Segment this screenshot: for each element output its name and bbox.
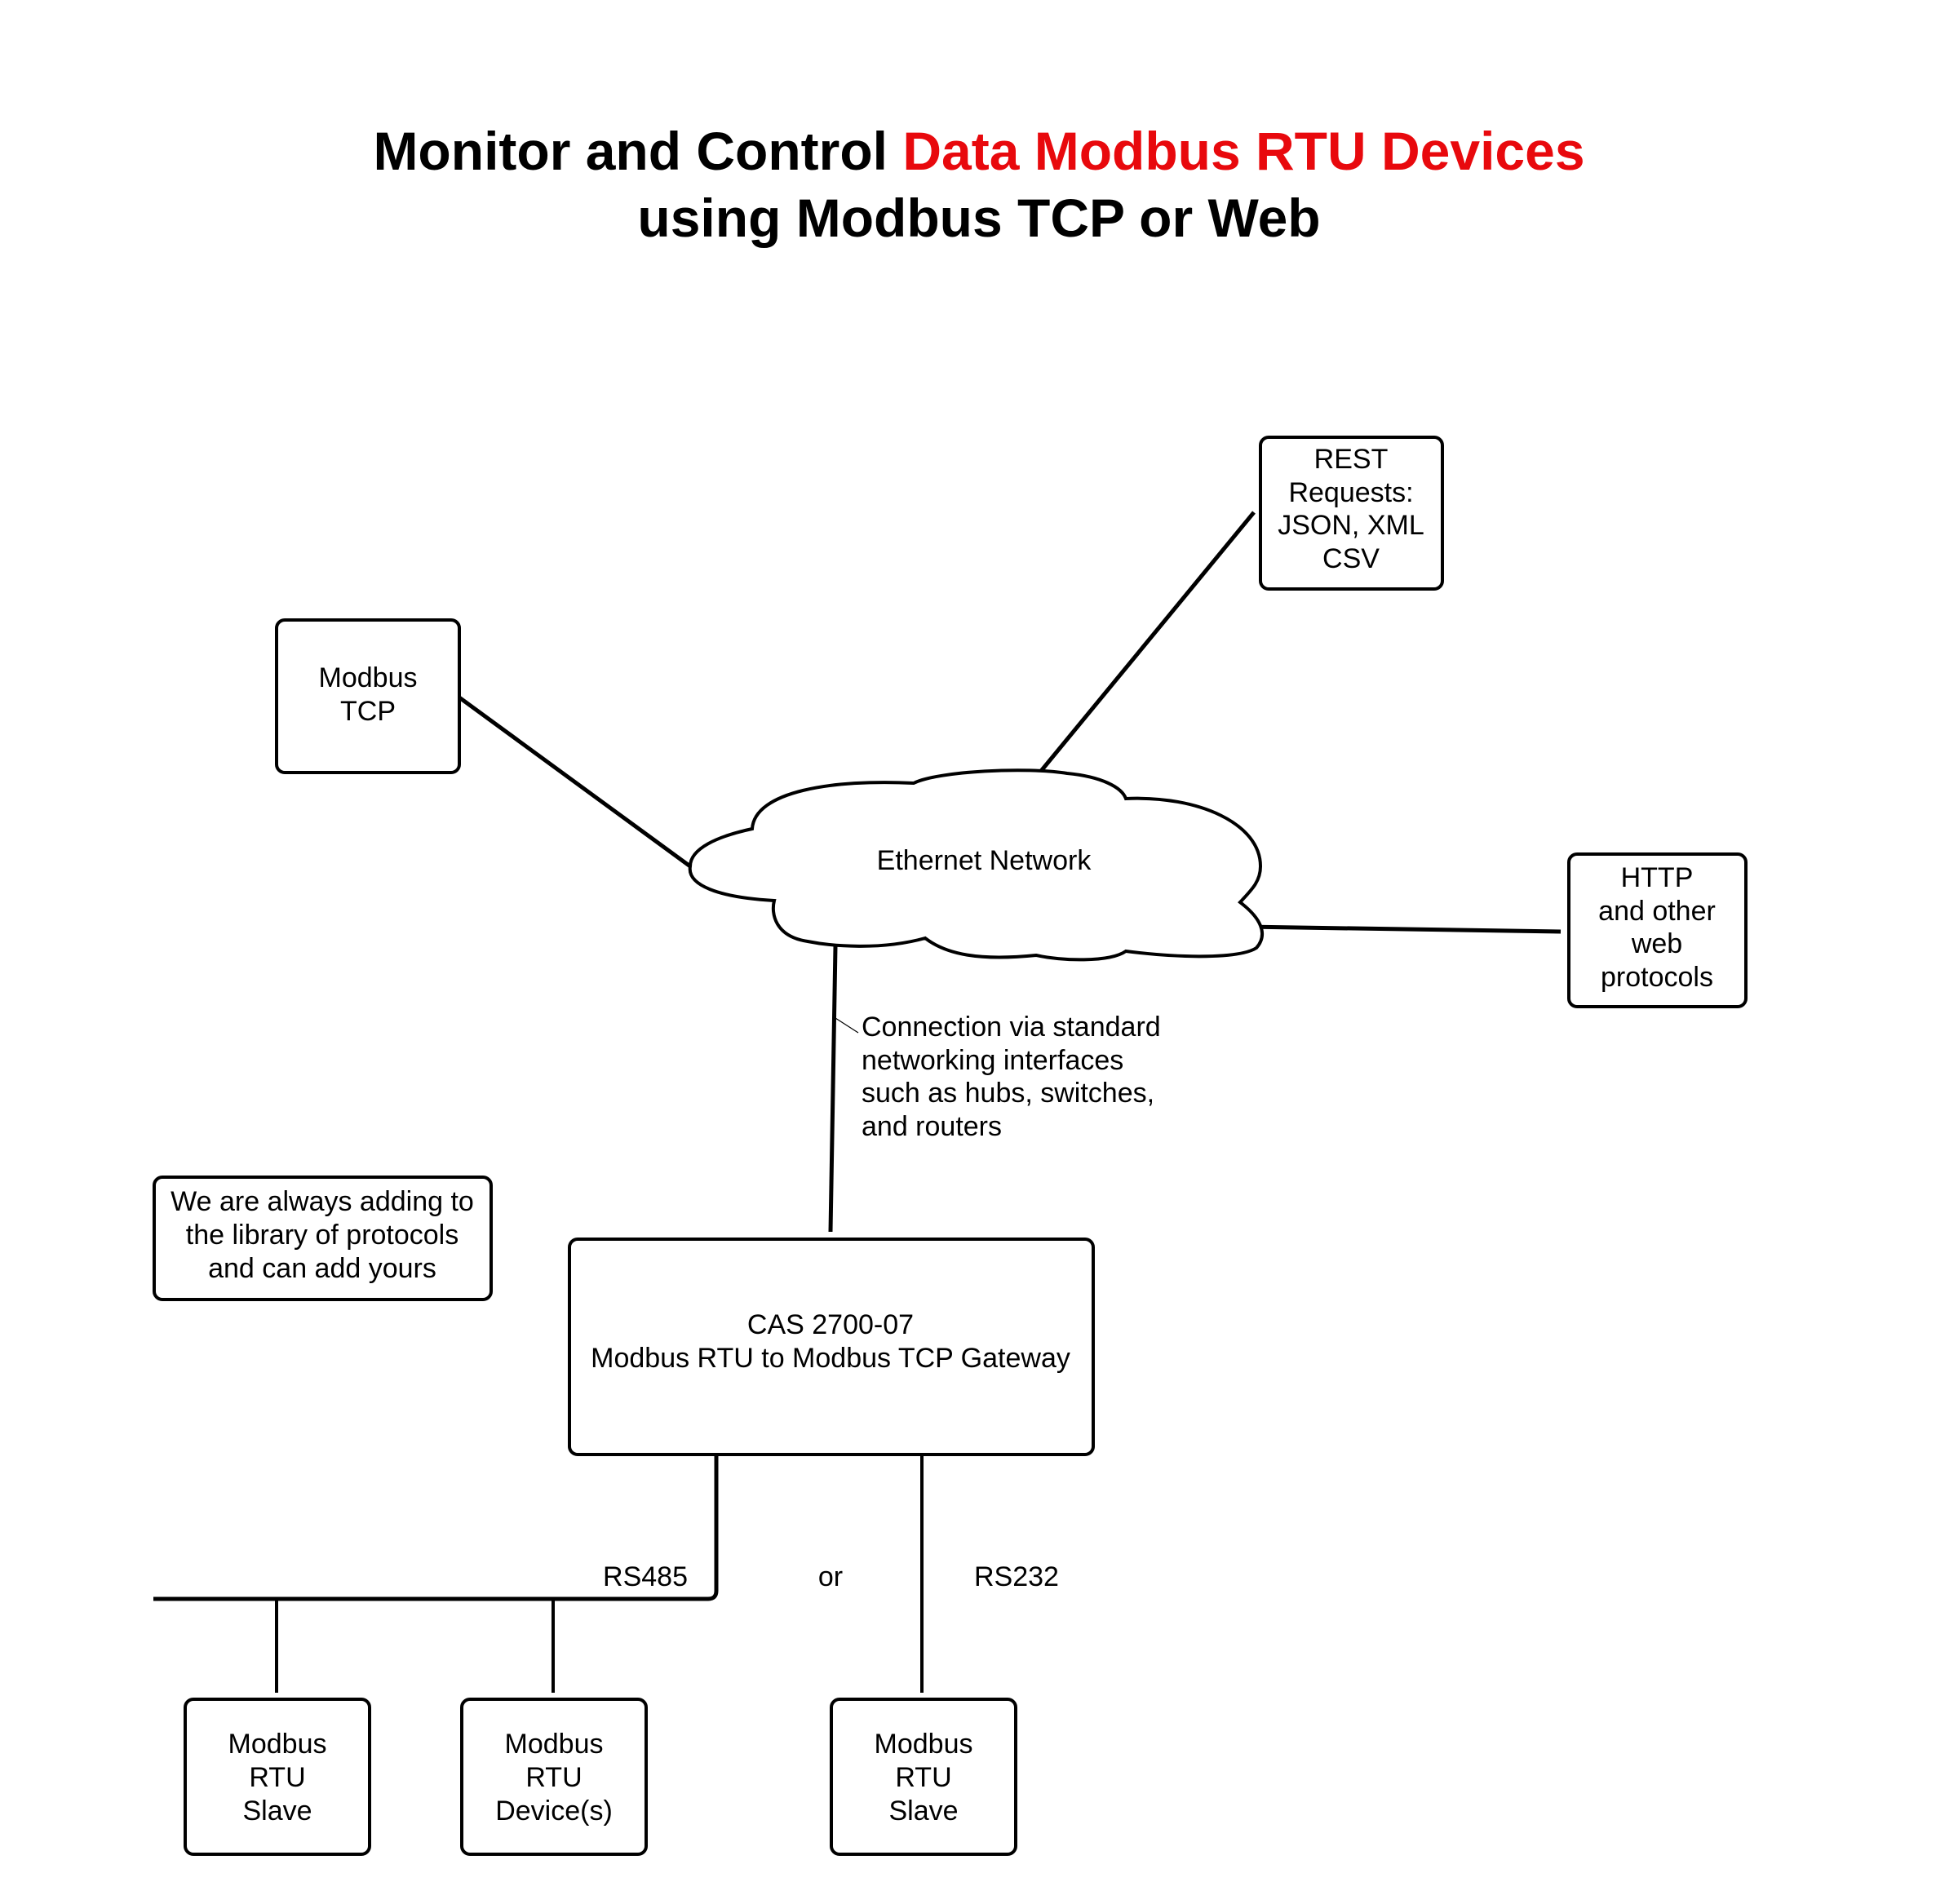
- link-cloud-gateway: [828, 945, 838, 1233]
- connection-annotation: Connection via standard networking inter…: [862, 1012, 1161, 1142]
- cloud-label: Ethernet Network: [877, 845, 1092, 876]
- title-line-1: Monitor and Control Data Modbus RTU Devi…: [373, 121, 1584, 181]
- note-line-1: We are always adding to: [171, 1186, 474, 1217]
- http-node: HTTP and other web protocols: [1567, 852, 1748, 1008]
- title-red-part: Data Modbus RTU Devices: [902, 121, 1584, 181]
- slave-1-label-2: RTU: [249, 1762, 305, 1793]
- slave-1-label-1: Modbus: [228, 1729, 327, 1760]
- modbus-rtu-device-node: Modbus RTU Device(s): [460, 1698, 648, 1856]
- slave-2-label-3: Slave: [888, 1796, 958, 1827]
- ethernet-network-cloud: Ethernet Network: [688, 768, 1265, 962]
- modbus-rtu-slave-1-node: Modbus RTU Slave: [184, 1698, 371, 1856]
- rest-label-3: JSON, XML: [1278, 510, 1424, 541]
- title-line-2: using Modbus TCP or Web: [637, 188, 1320, 248]
- link-rest-cloud: [1036, 511, 1256, 777]
- link-modbus-tcp-cloud: [458, 695, 692, 869]
- http-label-1: HTTP: [1621, 862, 1694, 893]
- rest-label-2: Requests:: [1288, 477, 1413, 508]
- http-label-4: protocols: [1601, 962, 1713, 993]
- slave-1-label-3: Slave: [242, 1796, 312, 1827]
- note-line-3: and can add yours: [208, 1253, 436, 1284]
- annotation-line-1: Connection via standard: [862, 1012, 1161, 1043]
- modbus-tcp-label-1: Modbus: [319, 662, 418, 693]
- rs485-label: RS485: [603, 1561, 688, 1592]
- rest-node: REST Requests: JSON, XML CSV: [1259, 436, 1444, 591]
- or-label: or: [818, 1561, 843, 1592]
- modbus-rtu-slave-2-node: Modbus RTU Slave: [830, 1698, 1017, 1856]
- device-label-2: RTU: [525, 1762, 582, 1793]
- annotation-line-3: such as hubs, switches,: [862, 1078, 1154, 1109]
- modbus-tcp-node: Modbus TCP: [275, 618, 461, 774]
- slave-2-label-2: RTU: [895, 1762, 951, 1793]
- device-label-1: Modbus: [505, 1729, 604, 1760]
- http-label-3: web: [1631, 928, 1682, 959]
- gateway-label-description: Modbus RTU to Modbus TCP Gateway: [591, 1343, 1070, 1374]
- modbus-tcp-label-2: TCP: [340, 696, 396, 727]
- note-line-2: the library of protocols: [186, 1220, 459, 1251]
- link-http-cloud: [1245, 924, 1562, 934]
- rest-label-4: CSV: [1322, 543, 1380, 574]
- diagram-canvas: Monitor and Control Data Modbus RTU Devi…: [153, 121, 1748, 1856]
- annotation-line-2: networking interfaces: [862, 1045, 1123, 1076]
- annotation-pointer: [835, 1017, 859, 1034]
- gateway-node: CAS 2700-07 Modbus RTU to Modbus TCP Gat…: [568, 1238, 1095, 1456]
- rest-label-1: REST: [1314, 444, 1389, 475]
- protocol-library-note: We are always adding to the library of p…: [153, 1176, 493, 1301]
- rs232-label: RS232: [974, 1561, 1059, 1592]
- gateway-label-model: CAS 2700-07: [747, 1309, 914, 1340]
- annotation-line-4: and routers: [862, 1111, 1002, 1142]
- http-label-2: and other: [1598, 896, 1716, 927]
- device-label-3: Device(s): [495, 1796, 613, 1827]
- slave-2-label-1: Modbus: [875, 1729, 973, 1760]
- title-black-part: Monitor and Control: [373, 121, 902, 181]
